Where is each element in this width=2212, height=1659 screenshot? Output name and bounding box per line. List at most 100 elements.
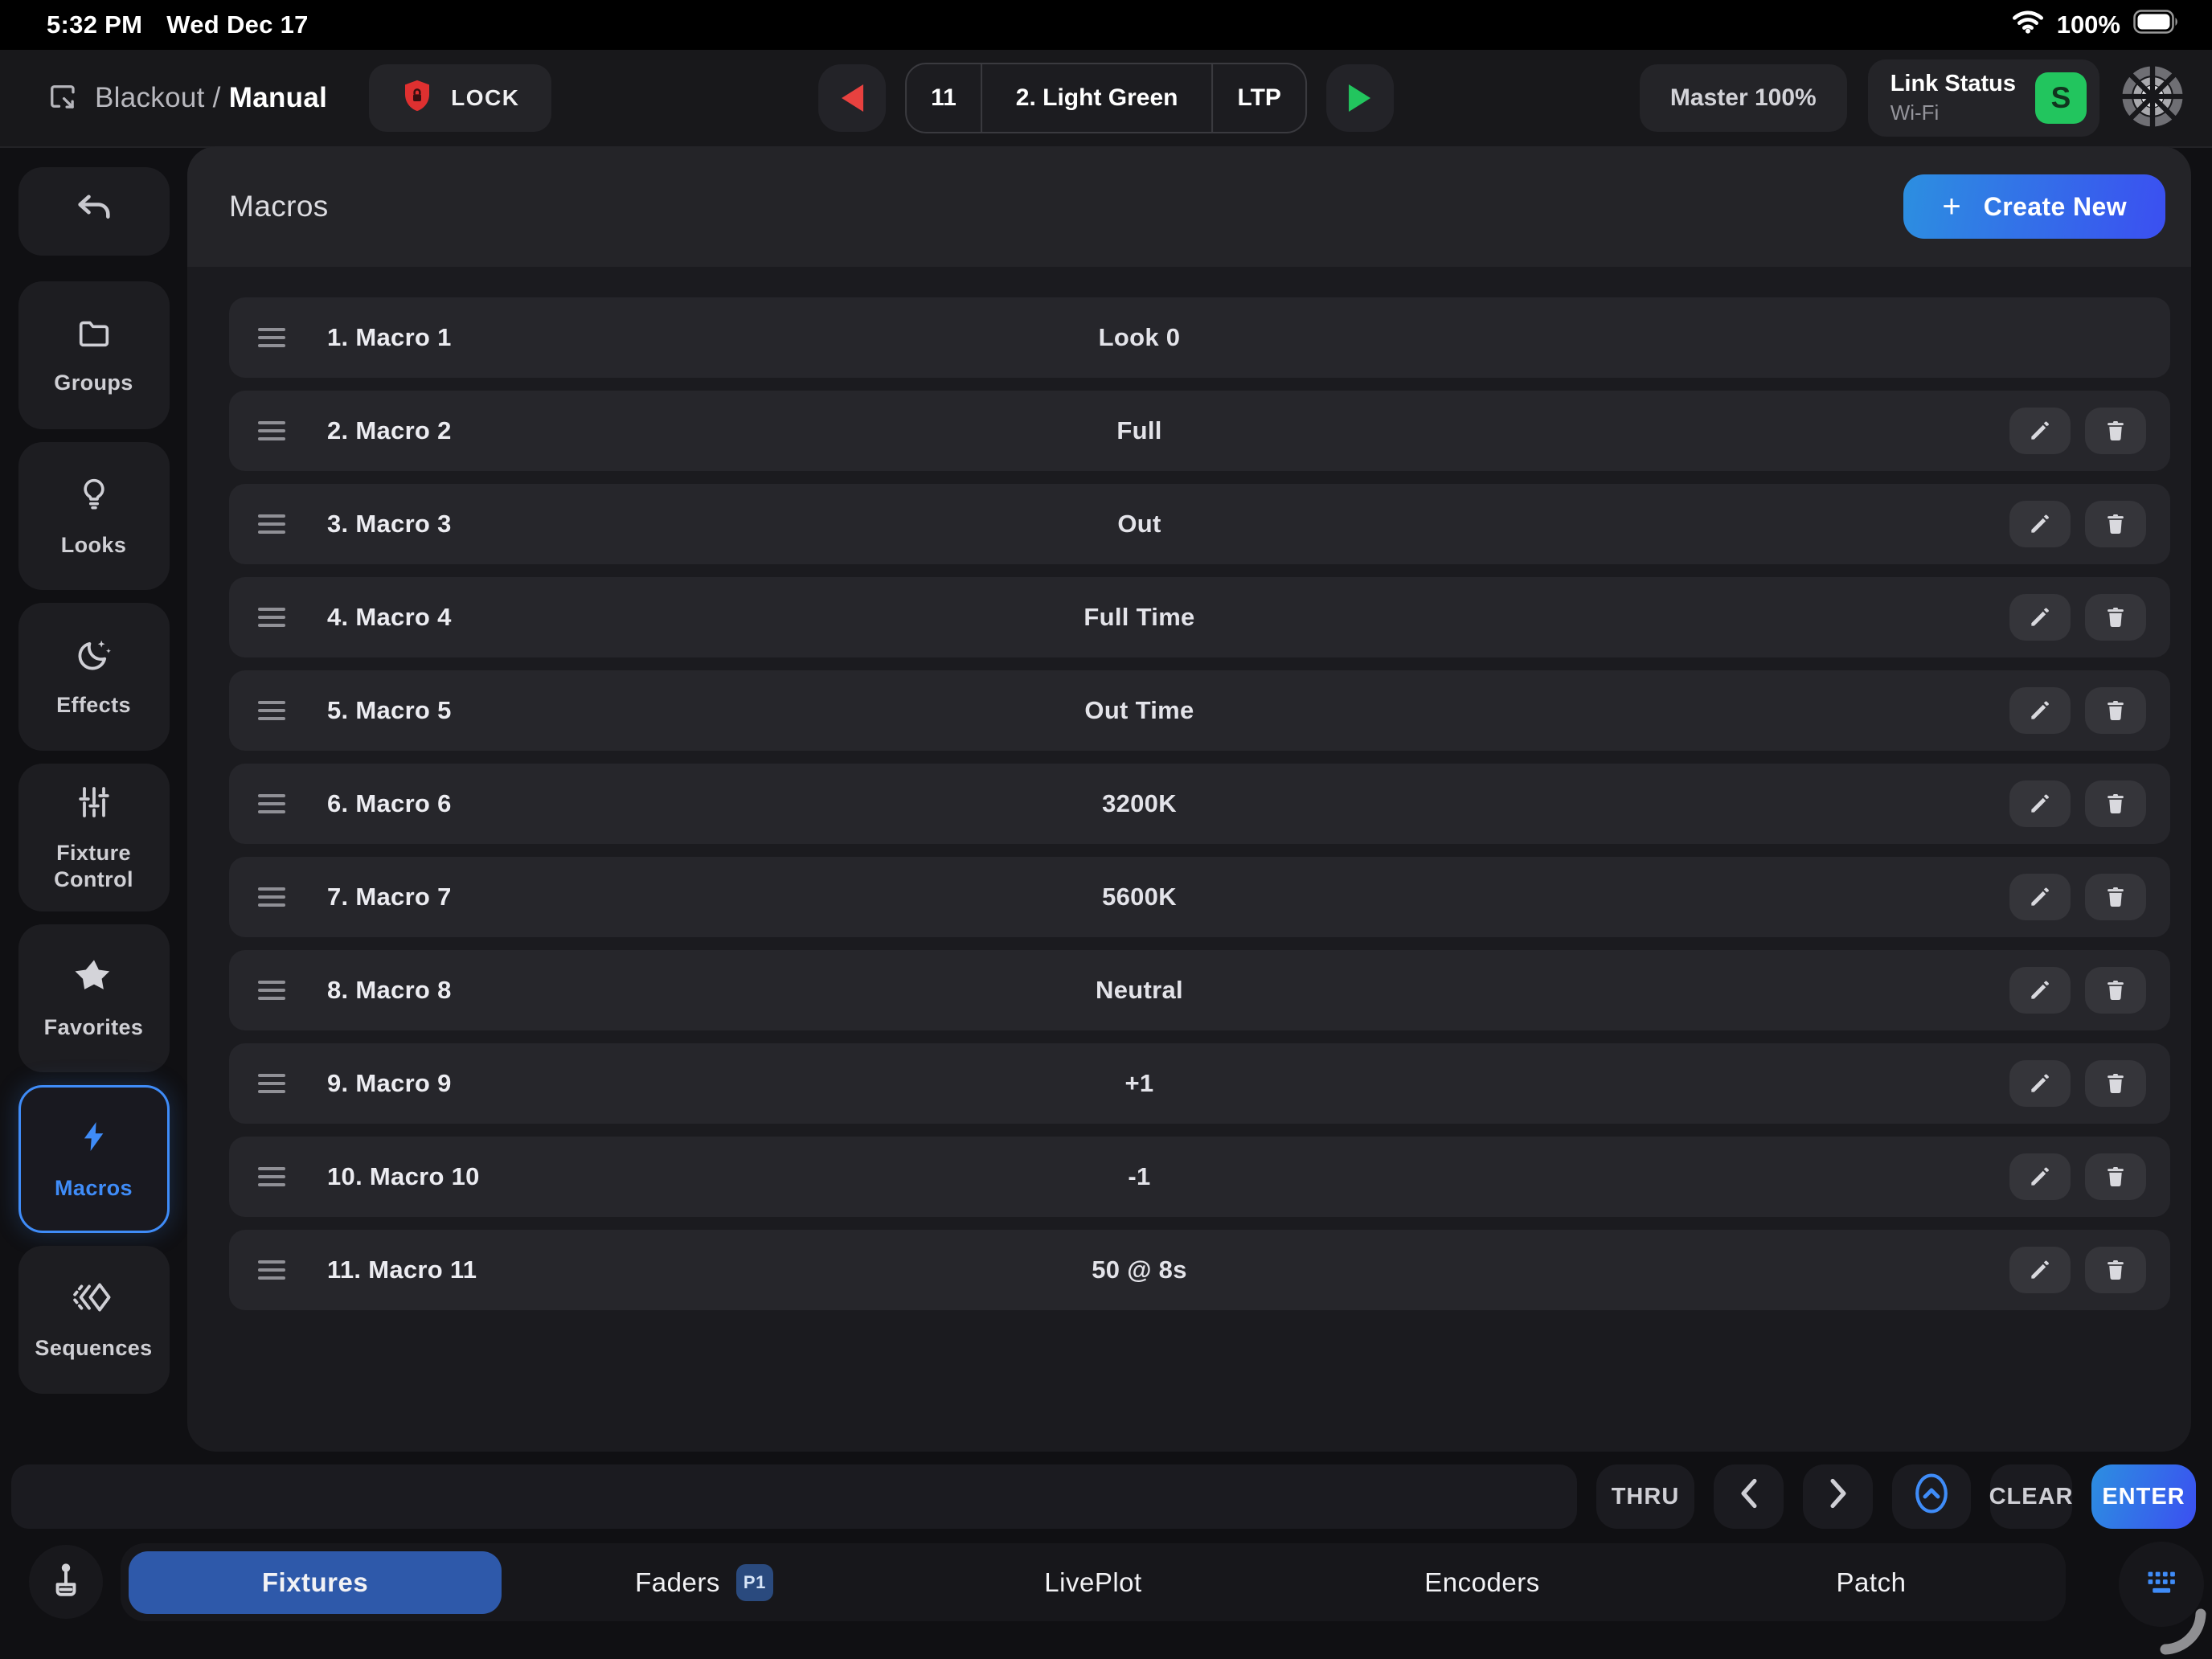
sidebar-item-label: Sequences bbox=[28, 1335, 158, 1362]
edit-button[interactable] bbox=[2009, 1060, 2071, 1107]
sidebar-item-macros[interactable]: Macros bbox=[18, 1085, 170, 1233]
delete-button[interactable] bbox=[2085, 594, 2146, 641]
back-button[interactable] bbox=[18, 167, 170, 256]
tab-faders[interactable]: Faders P1 bbox=[510, 1543, 899, 1621]
drag-handle-icon[interactable] bbox=[258, 608, 292, 627]
sidebar-item-fixture-control[interactable]: Fixture Control bbox=[18, 764, 170, 911]
macro-row[interactable]: 9. Macro 9 +1 bbox=[229, 1043, 2170, 1124]
drag-handle-icon[interactable] bbox=[258, 421, 292, 440]
macro-row[interactable]: 7. Macro 7 5600K bbox=[229, 857, 2170, 937]
delete-button[interactable] bbox=[2085, 967, 2146, 1014]
tab-patch[interactable]: Patch bbox=[1677, 1543, 2066, 1621]
delete-button[interactable] bbox=[2085, 501, 2146, 547]
sidebar-item-groups[interactable]: Groups bbox=[18, 281, 170, 429]
edit-button[interactable] bbox=[2009, 780, 2071, 827]
sidebar-item-favorites[interactable]: Favorites bbox=[18, 924, 170, 1072]
delete-button[interactable] bbox=[2085, 1060, 2146, 1107]
wifi-icon bbox=[2012, 10, 2044, 40]
breadcrumb: Blackout / Manual bbox=[95, 82, 327, 114]
cue-display[interactable]: 11 2. Light Green LTP bbox=[905, 63, 1307, 133]
status-bar: 5:32 PM Wed Dec 17 100% bbox=[0, 0, 2212, 50]
page-badge: P1 bbox=[736, 1564, 773, 1601]
star-icon bbox=[73, 956, 115, 1000]
macro-row[interactable]: 4. Macro 4 Full Time bbox=[229, 577, 2170, 657]
edit-button[interactable] bbox=[2009, 687, 2071, 734]
keypad-icon bbox=[2143, 1564, 2180, 1605]
link-status-tile[interactable]: Link Status Wi-Fi S bbox=[1868, 59, 2099, 137]
macro-row[interactable]: 2. Macro 2 Full bbox=[229, 391, 2170, 471]
fixture-head-icon[interactable] bbox=[2120, 64, 2185, 133]
edit-button[interactable] bbox=[2009, 1153, 2071, 1200]
macro-row[interactable]: 6. Macro 6 3200K bbox=[229, 764, 2170, 844]
macro-row[interactable]: 8. Macro 8 Neutral bbox=[229, 950, 2170, 1030]
tab-encoders[interactable]: Encoders bbox=[1288, 1543, 1677, 1621]
drag-handle-icon[interactable] bbox=[258, 981, 292, 1000]
sidebar-item-label: Fixture Control bbox=[18, 840, 170, 893]
macro-row[interactable]: 11. Macro 11 50 @ 8s bbox=[229, 1230, 2170, 1310]
delete-button[interactable] bbox=[2085, 687, 2146, 734]
corner-handle-icon[interactable] bbox=[2157, 1608, 2207, 1657]
drag-handle-icon[interactable] bbox=[258, 1260, 292, 1280]
edit-button[interactable] bbox=[2009, 967, 2071, 1014]
link-status-badge: S bbox=[2035, 72, 2087, 124]
collapse-keypad-button[interactable] bbox=[1892, 1464, 1971, 1529]
bottom-nav-tab-label: Encoders bbox=[1424, 1567, 1539, 1598]
battery-percent: 100% bbox=[2057, 10, 2120, 39]
breadcrumb-app: Blackout / bbox=[95, 82, 221, 113]
next-button[interactable] bbox=[1803, 1464, 1873, 1529]
lock-label: LOCK bbox=[451, 85, 519, 111]
drag-handle-icon[interactable] bbox=[258, 1074, 292, 1093]
drag-handle-icon[interactable] bbox=[258, 328, 292, 347]
lock-button[interactable]: LOCK bbox=[369, 64, 551, 132]
sidebar-item-sequences[interactable]: Sequences bbox=[18, 1246, 170, 1394]
thru-button[interactable]: THRU bbox=[1596, 1464, 1694, 1529]
link-status-title: Link Status bbox=[1890, 71, 2016, 97]
clear-button[interactable]: CLEAR bbox=[1990, 1464, 2072, 1529]
circle-up-icon bbox=[1913, 1471, 1950, 1522]
enter-button[interactable]: ENTER bbox=[2091, 1464, 2196, 1529]
shield-lock-icon bbox=[401, 78, 433, 119]
drag-handle-icon[interactable] bbox=[258, 701, 292, 720]
delete-button[interactable] bbox=[2085, 874, 2146, 920]
delete-button[interactable] bbox=[2085, 1247, 2146, 1293]
cue-prev-button[interactable] bbox=[818, 64, 886, 132]
macro-value: Out Time bbox=[309, 696, 1969, 725]
macro-row[interactable]: 5. Macro 5 Out Time bbox=[229, 670, 2170, 751]
edit-button[interactable] bbox=[2009, 408, 2071, 454]
edit-button[interactable] bbox=[2009, 594, 2071, 641]
sidebar-item-looks[interactable]: Looks bbox=[18, 442, 170, 590]
delete-button[interactable] bbox=[2085, 1153, 2146, 1200]
macro-row[interactable]: 1. Macro 1 Look 0 bbox=[229, 297, 2170, 378]
edit-button[interactable] bbox=[2009, 1247, 2071, 1293]
bottom-nav-tab-label: LivePlot bbox=[1044, 1567, 1141, 1598]
drag-handle-icon[interactable] bbox=[258, 887, 292, 907]
create-new-button[interactable]: + Create New bbox=[1903, 174, 2165, 239]
edit-button[interactable] bbox=[2009, 501, 2071, 547]
cue-name[interactable]: 2. Light Green bbox=[981, 64, 1214, 132]
sidebar-item-label: Favorites bbox=[38, 1014, 150, 1041]
drag-handle-icon[interactable] bbox=[258, 514, 292, 534]
macro-list: 1. Macro 1 Look 0 2. Macro 2 Full bbox=[187, 267, 2191, 1310]
prev-button[interactable] bbox=[1714, 1464, 1784, 1529]
master-button[interactable]: Master 100% bbox=[1640, 64, 1847, 132]
macro-row[interactable]: 3. Macro 3 Out bbox=[229, 484, 2170, 564]
bottom-nav-tab-label: Fixtures bbox=[262, 1567, 368, 1598]
tab-fixtures[interactable]: Fixtures bbox=[121, 1543, 510, 1621]
cue-number[interactable]: 11 bbox=[907, 64, 981, 132]
triangle-right-icon bbox=[1349, 84, 1370, 112]
sidebar-item-label: Groups bbox=[47, 370, 139, 396]
cue-next-button[interactable] bbox=[1326, 64, 1394, 132]
sidebar-item-effects[interactable]: Effects bbox=[18, 603, 170, 751]
macro-value: Full Time bbox=[309, 603, 1969, 632]
cue-mode[interactable]: LTP bbox=[1213, 64, 1305, 132]
delete-button[interactable] bbox=[2085, 408, 2146, 454]
command-input[interactable] bbox=[11, 1464, 1577, 1529]
macro-row[interactable]: 10. Macro 10 -1 bbox=[229, 1137, 2170, 1217]
tab-liveplot[interactable]: LivePlot bbox=[899, 1543, 1288, 1621]
bulb-icon bbox=[76, 473, 113, 518]
drag-handle-icon[interactable] bbox=[258, 794, 292, 813]
delete-button[interactable] bbox=[2085, 780, 2146, 827]
joystick-button[interactable] bbox=[29, 1545, 103, 1619]
drag-handle-icon[interactable] bbox=[258, 1167, 292, 1186]
edit-button[interactable] bbox=[2009, 874, 2071, 920]
